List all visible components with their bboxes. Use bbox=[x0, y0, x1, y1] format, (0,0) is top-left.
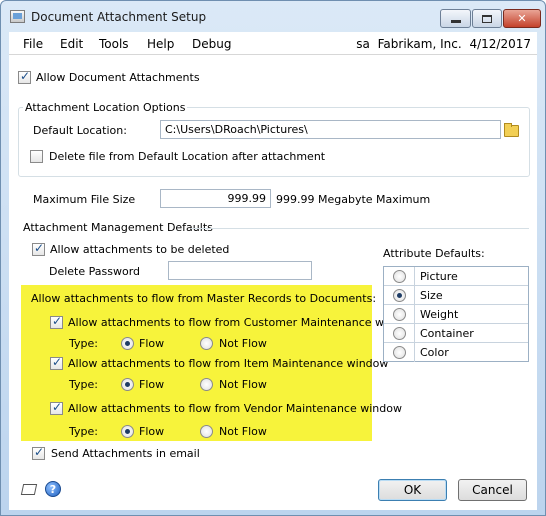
default-location-input[interactable]: C:\Users\DRoach\Pictures\ bbox=[160, 120, 501, 139]
session-date: 4/12/2017 bbox=[469, 37, 531, 51]
help-icon[interactable]: ? bbox=[45, 481, 61, 497]
customer-flow-radio[interactable] bbox=[121, 337, 134, 350]
attribute-defaults-label: Attribute Defaults: bbox=[383, 247, 485, 260]
minimize-button[interactable] bbox=[440, 9, 471, 28]
vendor-not-flow-radio-label: Not Flow bbox=[219, 425, 267, 438]
attribute-radio-size[interactable] bbox=[393, 289, 406, 302]
customer-flow-checkbox[interactable] bbox=[50, 314, 63, 329]
attribute-cell-divider bbox=[414, 305, 415, 324]
dialog-window: Document Attachment Setup ✕ File Edit To… bbox=[0, 0, 546, 516]
maximize-button[interactable] bbox=[472, 9, 502, 28]
delete-file-label: Delete file from Default Location after … bbox=[49, 150, 326, 163]
app-icon bbox=[10, 10, 25, 23]
allow-delete-label: Allow attachments to be deleted bbox=[50, 243, 230, 256]
attribute-radio-weight[interactable] bbox=[393, 308, 406, 321]
attribute-label-container: Container bbox=[420, 327, 474, 340]
menu-edit[interactable]: Edit bbox=[60, 37, 83, 51]
allow-delete-checkbox[interactable] bbox=[32, 241, 45, 256]
user-name: sa bbox=[356, 37, 370, 51]
attribute-cell-divider bbox=[414, 343, 415, 362]
title-bar: Document Attachment Setup ✕ bbox=[1, 1, 545, 31]
menu-tools[interactable]: Tools bbox=[99, 37, 129, 51]
max-file-size-hint: 999.99 Megabyte Maximum bbox=[276, 193, 431, 206]
close-icon: ✕ bbox=[517, 12, 527, 25]
vendor-flow-radio[interactable] bbox=[121, 425, 134, 438]
dialog-content: Allow Document Attachments Attachment Lo… bbox=[9, 55, 537, 510]
attribute-row-container[interactable]: Container bbox=[384, 324, 528, 343]
delete-file-checkbox[interactable] bbox=[30, 150, 43, 163]
attachment-location-group bbox=[18, 107, 530, 177]
attribute-label-color: Color bbox=[420, 346, 449, 359]
item-flow-radio[interactable] bbox=[121, 378, 134, 391]
item-not-flow-radio[interactable] bbox=[200, 378, 213, 391]
attribute-row-weight[interactable]: Weight bbox=[384, 305, 528, 324]
maximize-icon bbox=[482, 14, 492, 23]
attribute-cell-divider bbox=[414, 267, 415, 286]
default-location-label: Default Location: bbox=[33, 124, 127, 137]
attribute-row-size[interactable]: Size bbox=[384, 286, 528, 305]
item-flow-radio-label: Flow bbox=[139, 378, 165, 391]
customer-not-flow-radio[interactable] bbox=[200, 337, 213, 350]
attachment-location-group-label: Attachment Location Options bbox=[23, 101, 188, 114]
delete-password-input[interactable] bbox=[168, 261, 312, 280]
customer-flow-radio-label: Flow bbox=[139, 337, 165, 350]
menu-file[interactable]: File bbox=[23, 37, 43, 51]
attribute-label-size: Size bbox=[420, 289, 443, 302]
customer-flow-label: Allow attachments to flow from Customer … bbox=[68, 316, 417, 329]
allow-document-attachments-checkbox[interactable] bbox=[18, 69, 31, 84]
close-button[interactable]: ✕ bbox=[503, 9, 541, 28]
ok-button[interactable]: OK bbox=[378, 479, 447, 501]
cancel-button[interactable]: Cancel bbox=[458, 479, 527, 501]
flow-heading: Allow attachments to flow from Master Re… bbox=[31, 292, 377, 305]
attribute-label-weight: Weight bbox=[420, 308, 459, 321]
folder-icon[interactable] bbox=[501, 120, 519, 139]
attribute-label-picture: Picture bbox=[420, 270, 458, 283]
item-type-label: Type: bbox=[69, 378, 98, 391]
vendor-not-flow-radio[interactable] bbox=[200, 425, 213, 438]
attribute-defaults-table: Picture Size Weight Container Color bbox=[383, 266, 529, 362]
attribute-radio-picture[interactable] bbox=[393, 270, 406, 283]
menu-help[interactable]: Help bbox=[147, 37, 174, 51]
attribute-row-color[interactable]: Color bbox=[384, 343, 528, 362]
menu-bar: File Edit Tools Help Debug sa Fabrikam, … bbox=[9, 32, 537, 55]
management-divider bbox=[191, 228, 529, 229]
item-flow-checkbox[interactable] bbox=[50, 355, 63, 370]
delete-password-label: Delete Password bbox=[49, 265, 141, 278]
management-group-label: Attachment Management Defaults bbox=[23, 221, 213, 234]
allow-document-attachments-label: Allow Document Attachments bbox=[36, 71, 200, 84]
max-file-size-input[interactable]: 999.99 bbox=[160, 189, 271, 208]
send-email-checkbox[interactable] bbox=[32, 445, 45, 460]
item-flow-label: Allow attachments to flow from Item Main… bbox=[68, 357, 389, 370]
customer-not-flow-radio-label: Not Flow bbox=[219, 337, 267, 350]
user-company-date: sa Fabrikam, Inc. 4/12/2017 bbox=[356, 37, 531, 51]
attribute-row-picture[interactable]: Picture bbox=[384, 267, 528, 286]
note-icon[interactable] bbox=[21, 482, 37, 496]
menu-debug[interactable]: Debug bbox=[192, 37, 231, 51]
vendor-flow-radio-label: Flow bbox=[139, 425, 165, 438]
vendor-flow-label: Allow attachments to flow from Vendor Ma… bbox=[68, 402, 402, 415]
item-not-flow-radio-label: Not Flow bbox=[219, 378, 267, 391]
window-title: Document Attachment Setup bbox=[31, 10, 207, 24]
vendor-flow-checkbox[interactable] bbox=[50, 400, 63, 415]
attribute-cell-divider bbox=[414, 324, 415, 343]
company-name: Fabrikam, Inc. bbox=[377, 37, 462, 51]
attribute-radio-container[interactable] bbox=[393, 327, 406, 340]
attribute-radio-color[interactable] bbox=[393, 346, 406, 359]
customer-type-label: Type: bbox=[69, 337, 98, 350]
minimize-icon bbox=[450, 20, 461, 23]
max-file-size-label: Maximum File Size bbox=[33, 193, 136, 206]
send-email-label: Send Attachments in email bbox=[51, 447, 200, 460]
attribute-cell-divider bbox=[414, 286, 415, 305]
vendor-type-label: Type: bbox=[69, 425, 98, 438]
